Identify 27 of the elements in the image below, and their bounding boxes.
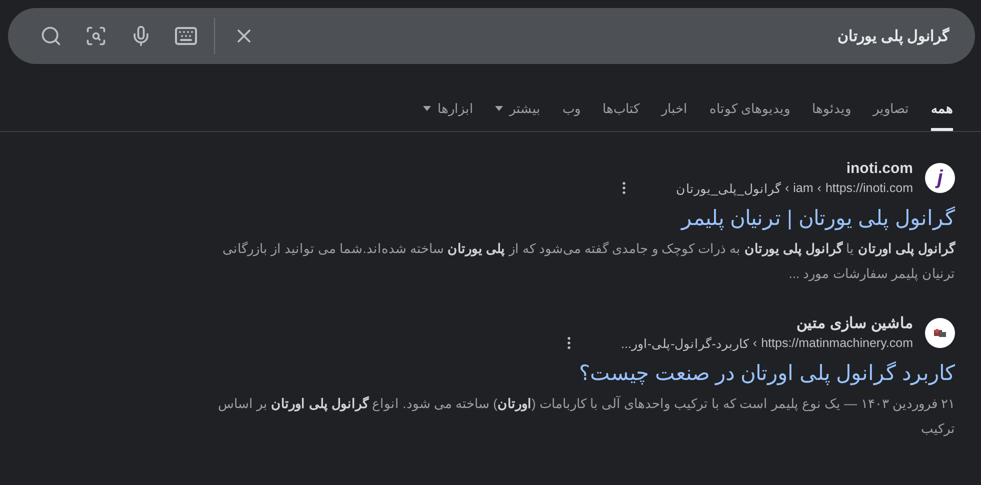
breadcrumb-text: iam: [793, 181, 814, 195]
search-tab[interactable]: بیشتر: [495, 88, 540, 131]
search-tab[interactable]: اخبار: [661, 88, 688, 131]
search-tab[interactable]: ویدیوهای کوتاه: [709, 88, 790, 131]
site-name: ماشین سازی متین: [796, 314, 913, 332]
breadcrumb-text: گرانول_پلی_یورتان: [676, 180, 781, 196]
breadcrumb-separator: ›: [817, 181, 822, 195]
breadcrumb-text: https://inoti.com: [825, 181, 913, 195]
search-field[interactable]: گرانول پلی یورتان: [8, 8, 975, 64]
result-snippet: گرانول پلی اورتان یا گرانول پلی یورتان به ذرات کوچک و جامدی گفته می‌شود که از پلی یورتان ساخته شده‌اند.شما می توانید از بازرگانی ترنیان پلیمر سفارشات مورد ...: [221, 240, 955, 284]
result-title[interactable]: کاربرد گرانول پلی اورتان در صنعت چیست؟: [200, 359, 955, 389]
search-tab[interactable]: کتاب‌ها: [602, 88, 640, 131]
search-tab[interactable]: ویدئوها: [812, 88, 851, 131]
site-logo-icon: [925, 318, 955, 348]
site-logo: j: [925, 163, 955, 193]
breadcrumb-text: https://matinmachinery.com: [761, 336, 913, 350]
result-snippet: ۲۱ فروردین ۱۴۰۳ — یک نوع پلیمر است که با ترکیب واحدهای آلی با کاربامات (اورتان) ساخته می شود. انواع گرانول پلی اورتان بر اساس ترکیب: [216, 394, 955, 438]
search-tab[interactable]: وب: [562, 88, 580, 131]
breadcrumb-separator: ›: [752, 336, 758, 350]
breadcrumb-separator: ›: [784, 181, 790, 195]
search-tab[interactable]: ابزارها: [423, 88, 474, 131]
search-tab[interactable]: همه: [931, 88, 953, 131]
site-name: inoti.com: [845, 160, 913, 177]
breadcrumb-text: کاربرد-گرانول-پلی-اور...: [621, 336, 749, 350]
search-tab[interactable]: تصاویر: [873, 88, 909, 131]
result-title[interactable]: گرانول پلی یورتان | ترنیان پلیمر: [200, 204, 955, 234]
search-query: گرانول پلی یورتان: [838, 28, 949, 45]
